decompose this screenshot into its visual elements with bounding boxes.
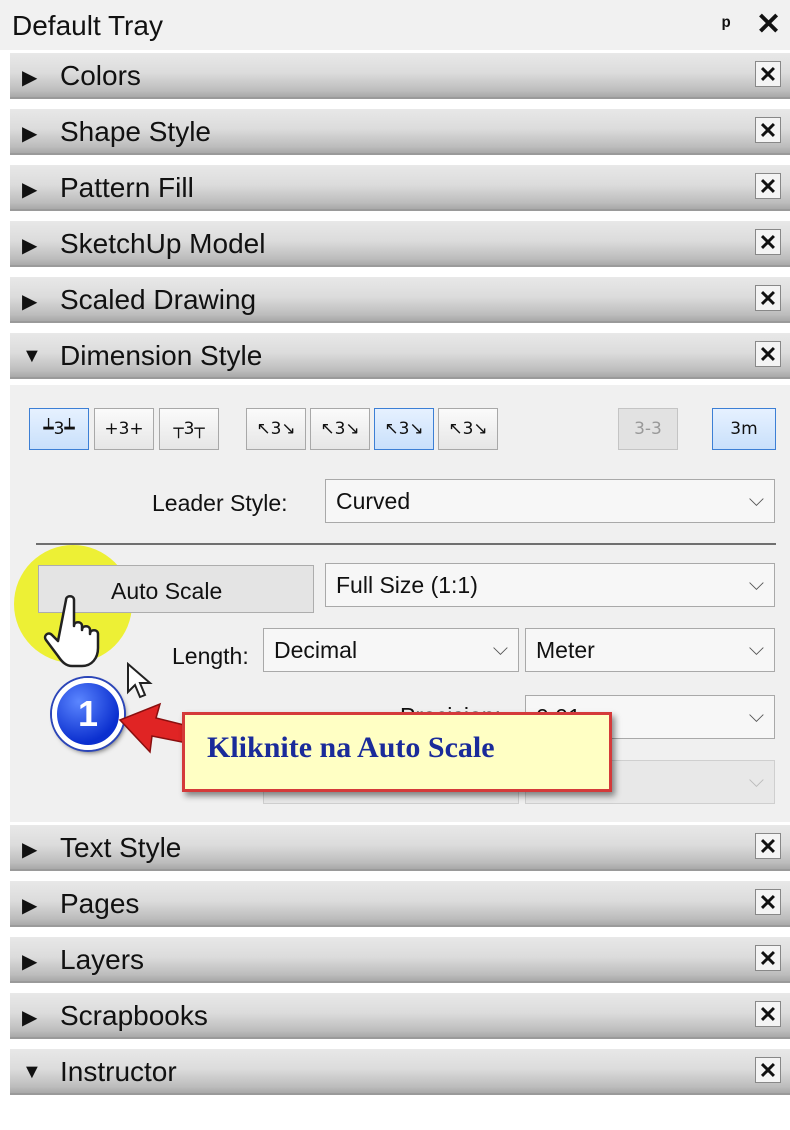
- panel-pattern-fill-header[interactable]: ▶ Pattern Fill ✕: [10, 165, 790, 211]
- text-inline-button[interactable]: +3+: [94, 408, 154, 450]
- expand-arrow-icon: ▶: [22, 1007, 38, 1029]
- close-panel-button[interactable]: ✕: [755, 833, 781, 859]
- panel-instructor-header[interactable]: ▼ Instructor ✕: [10, 1049, 790, 1095]
- expand-arrow-icon: ▶: [22, 235, 38, 257]
- panel-title: Dimension Style: [60, 340, 263, 371]
- chevron-down-icon: ⌵: [748, 705, 764, 727]
- tray-title: Default Tray: [12, 10, 163, 41]
- length-format-select[interactable]: Decimal ⌵: [263, 628, 519, 672]
- close-tray-icon[interactable]: ✕: [756, 7, 781, 42]
- panel-title: Text Style: [60, 832, 182, 863]
- panel-title: Pages: [60, 888, 140, 919]
- mouse-cursor-icon: [127, 662, 153, 699]
- expand-arrow-icon: ▶: [22, 67, 38, 89]
- instruction-callout: Kliknite na Auto Scale: [182, 712, 612, 792]
- instructor-body: [10, 1095, 790, 1130]
- collapse-arrow-icon: ▼: [22, 1061, 42, 1083]
- divider: [36, 543, 776, 545]
- panel-title: Shape Style: [60, 116, 211, 147]
- panel-title: Pattern Fill: [60, 172, 194, 203]
- close-panel-button[interactable]: ✕: [755, 889, 781, 915]
- close-panel-button[interactable]: ✕: [755, 285, 781, 311]
- step-number-badge: 1: [52, 678, 124, 750]
- display-units-off-button[interactable]: 3-3: [618, 408, 678, 450]
- expand-arrow-icon: ▶: [22, 951, 38, 973]
- leader-orientation-button-4[interactable]: ↖3↘: [438, 408, 498, 450]
- length-unit-select[interactable]: Meter ⌵: [525, 628, 775, 672]
- leader-orientation-button-2[interactable]: ↖3↘: [310, 408, 370, 450]
- scale-select[interactable]: Full Size (1:1) ⌵: [325, 563, 775, 607]
- close-panel-button[interactable]: ✕: [755, 945, 781, 971]
- panel-colors-header[interactable]: ▶ Colors ✕: [10, 53, 790, 99]
- leader-style-select[interactable]: Curved ⌵: [325, 479, 775, 523]
- text-below-line-button[interactable]: ┬3┬: [159, 408, 219, 450]
- chevron-down-icon: ⌵: [748, 489, 764, 511]
- length-unit-value: Meter: [536, 637, 595, 663]
- close-panel-button[interactable]: ✕: [755, 173, 781, 199]
- collapse-arrow-icon: ▼: [22, 345, 42, 367]
- expand-arrow-icon: ▶: [22, 179, 38, 201]
- chevron-down-icon: ⌵: [748, 638, 764, 660]
- panel-title: Layers: [60, 944, 145, 975]
- length-label: Length:: [172, 643, 249, 669]
- pin-icon[interactable]: ᵖ: [722, 12, 731, 38]
- expand-arrow-icon: ▶: [22, 839, 38, 861]
- leader-orientation-button-3[interactable]: ↖3↘: [374, 408, 434, 450]
- tray-titlebar: Default Tray ᵖ ✕: [0, 0, 790, 50]
- chevron-down-icon: ⌵: [748, 770, 764, 792]
- panel-title: Instructor: [60, 1056, 177, 1087]
- leader-orientation-button-1[interactable]: ↖3↘: [246, 408, 306, 450]
- display-units-button[interactable]: 3m: [712, 408, 776, 450]
- close-panel-button[interactable]: ✕: [755, 1057, 781, 1083]
- leader-style-label: Leader Style:: [152, 490, 288, 516]
- expand-arrow-icon: ▶: [22, 895, 38, 917]
- panel-scaled-drawing-header[interactable]: ▶ Scaled Drawing ✕: [10, 277, 790, 323]
- panel-title: Colors: [60, 60, 141, 91]
- hand-pointer-icon: [43, 595, 100, 668]
- text-above-line-button[interactable]: ┷3┷: [29, 408, 89, 450]
- leader-style-value: Curved: [336, 488, 411, 514]
- length-format-value: Decimal: [274, 637, 358, 663]
- panel-title: Scaled Drawing: [60, 284, 257, 315]
- auto-scale-label: Auto Scale: [111, 578, 223, 604]
- expand-arrow-icon: ▶: [22, 291, 38, 313]
- panel-dimension-style-header[interactable]: ▼ Dimension Style ✕: [10, 333, 790, 379]
- close-panel-button[interactable]: ✕: [755, 117, 781, 143]
- panel-title: Scrapbooks: [60, 1000, 208, 1031]
- close-panel-button[interactable]: ✕: [755, 61, 781, 87]
- panel-scrapbooks-header[interactable]: ▶ Scrapbooks ✕: [10, 993, 790, 1039]
- panel-pages-header[interactable]: ▶ Pages ✕: [10, 881, 790, 927]
- callout-text: Kliknite na Auto Scale: [207, 731, 495, 764]
- chevron-down-icon: ⌵: [748, 573, 764, 595]
- panel-shape-style-header[interactable]: ▶ Shape Style ✕: [10, 109, 790, 155]
- panel-sketchup-model-header[interactable]: ▶ SketchUp Model ✕: [10, 221, 790, 267]
- panel-title: SketchUp Model: [60, 228, 266, 259]
- close-panel-button[interactable]: ✕: [755, 341, 781, 367]
- expand-arrow-icon: ▶: [22, 123, 38, 145]
- close-panel-button[interactable]: ✕: [755, 1001, 781, 1027]
- panel-text-style-header[interactable]: ▶ Text Style ✕: [10, 825, 790, 871]
- chevron-down-icon: ⌵: [492, 638, 508, 660]
- panel-layers-header[interactable]: ▶ Layers ✕: [10, 937, 790, 983]
- scale-value: Full Size (1:1): [336, 572, 478, 598]
- close-panel-button[interactable]: ✕: [755, 229, 781, 255]
